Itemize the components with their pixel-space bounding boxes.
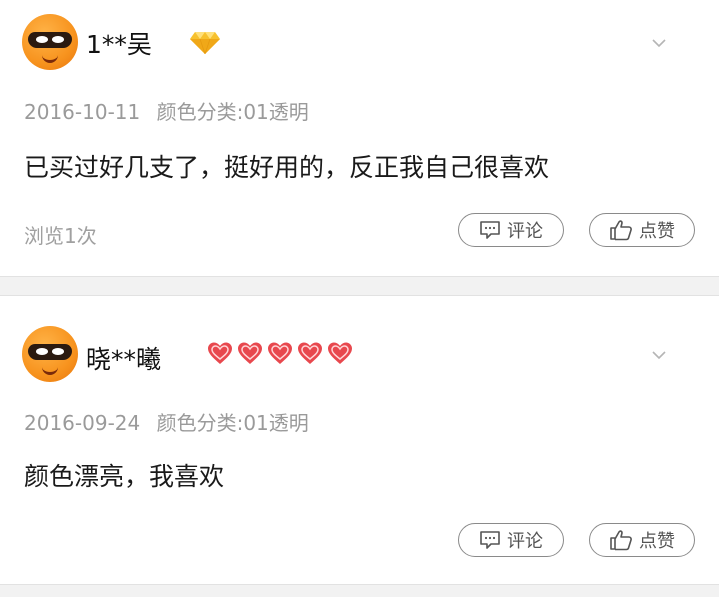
- view-count: 浏览1次: [24, 224, 97, 248]
- comment-button[interactable]: 评论: [458, 213, 564, 247]
- review-card: 晓**曦 2016-09-24 颜色分类:01透明 颜色漂亮，我喜欢 评论 点赞: [0, 296, 719, 584]
- thumbs-up-icon: [610, 530, 632, 551]
- review-card: 1**吴 2016-10-11 颜色分类:01透明 已买过好几支了，挺好用的，反…: [0, 0, 719, 276]
- review-text: 颜色漂亮，我喜欢: [24, 462, 225, 491]
- like-label: 点赞: [639, 221, 675, 242]
- variant-label: 颜色分类:01透明: [156, 411, 309, 435]
- username: 1**吴: [86, 30, 152, 59]
- avatar[interactable]: [22, 14, 78, 70]
- divider: [0, 276, 719, 277]
- like-label: 点赞: [639, 531, 675, 552]
- variant-label: 颜色分类:01透明: [156, 100, 309, 124]
- chevron-down-icon[interactable]: [652, 348, 666, 362]
- diamond-icon: [190, 32, 220, 54]
- review-text: 已买过好几支了，挺好用的，反正我自己很喜欢: [24, 153, 550, 182]
- chevron-down-icon[interactable]: [652, 36, 666, 50]
- review-meta: 2016-09-24 颜色分类:01透明: [24, 407, 309, 436]
- review-date: 2016-10-11: [24, 100, 141, 124]
- comment-label: 评论: [507, 221, 543, 242]
- comment-icon: [480, 221, 500, 239]
- like-button[interactable]: 点赞: [589, 213, 695, 247]
- like-button[interactable]: 点赞: [589, 523, 695, 557]
- five-hearts-icon: [208, 342, 353, 365]
- comment-button[interactable]: 评论: [458, 523, 564, 557]
- divider: [0, 584, 719, 585]
- username: 晓**曦: [86, 345, 162, 374]
- avatar[interactable]: [22, 326, 78, 382]
- review-meta: 2016-10-11 颜色分类:01透明: [24, 96, 309, 125]
- comment-icon: [480, 531, 500, 549]
- review-date: 2016-09-24: [24, 411, 141, 435]
- thumbs-up-icon: [610, 220, 632, 241]
- comment-label: 评论: [507, 531, 543, 552]
